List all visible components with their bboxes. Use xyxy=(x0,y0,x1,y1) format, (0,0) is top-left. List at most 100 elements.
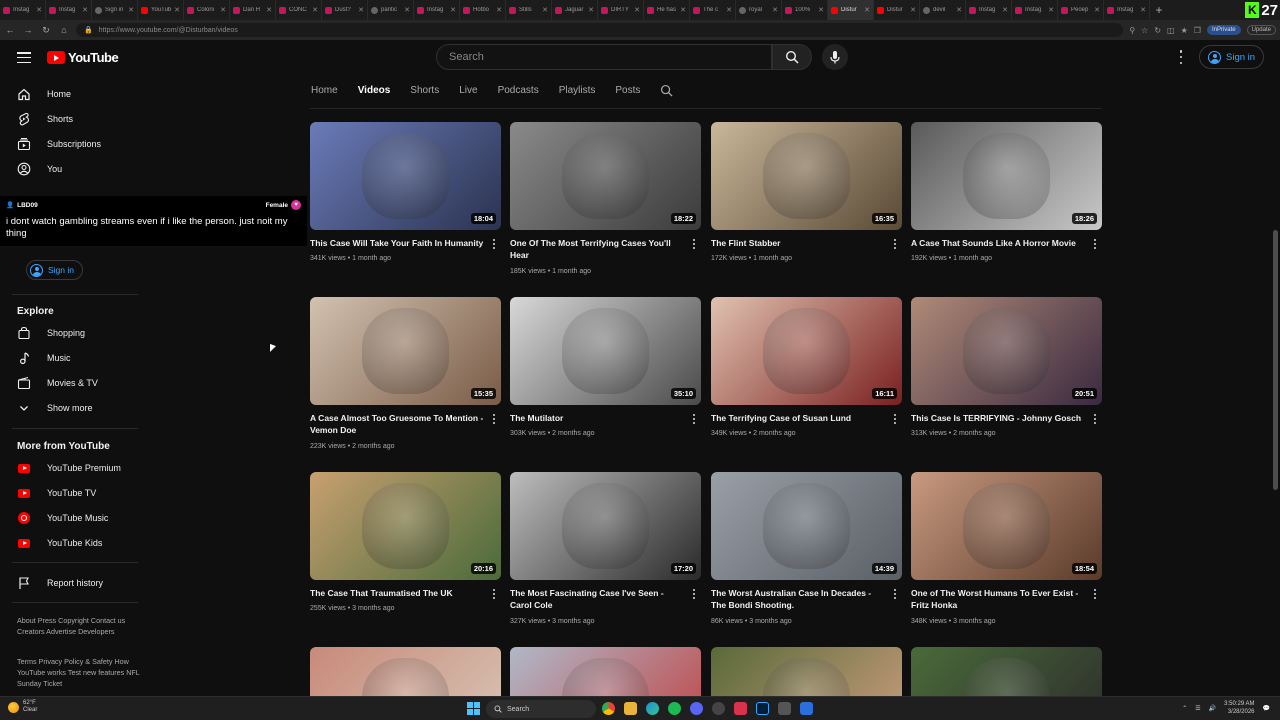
close-tab-icon[interactable]: ✕ xyxy=(680,6,686,14)
browser-tab[interactable]: He has ✕ xyxy=(644,0,690,20)
video-thumbnail[interactable]: 15:35 xyxy=(310,297,501,405)
sidebar-item-shorts[interactable]: Shorts xyxy=(0,107,150,131)
video-menu-icon[interactable] xyxy=(1092,414,1098,424)
video-menu-icon[interactable] xyxy=(691,239,697,249)
spotify-icon[interactable] xyxy=(668,702,681,715)
video-title[interactable]: One Of The Most Terrifying Cases You'll … xyxy=(510,237,685,261)
sidebar-item-youtube-kids[interactable]: YouTube Kids xyxy=(0,531,150,555)
video-thumbnail[interactable]: 18:54 xyxy=(911,472,1102,580)
tab-videos[interactable]: Videos xyxy=(358,80,391,100)
video-card[interactable]: 15:35 A Case Almost Too Gruesome To Menti… xyxy=(310,297,501,450)
video-thumbnail[interactable]: 18:04 xyxy=(310,122,501,230)
close-tab-icon[interactable]: ✕ xyxy=(404,6,410,14)
app-window-icon[interactable] xyxy=(778,702,791,715)
video-title[interactable]: This Case Will Take Your Faith In Humani… xyxy=(310,237,485,249)
video-title[interactable]: The Worst Australian Case In Decades - T… xyxy=(711,587,886,611)
close-tab-icon[interactable]: ✕ xyxy=(1048,6,1054,14)
footer-links-secondary[interactable]: Terms Privacy Policy & Safety How YouTub… xyxy=(17,656,142,689)
scrollbar-thumb[interactable] xyxy=(1273,230,1278,490)
video-card[interactable]: 20:51 This Case Is TERRIFYING - Johnny Go… xyxy=(911,297,1102,437)
back-icon[interactable]: ← xyxy=(4,25,16,35)
video-menu-icon[interactable] xyxy=(491,414,497,424)
sidebar-item-report-history[interactable]: Report history xyxy=(0,571,150,595)
video-title[interactable]: The Case That Traumatised The UK xyxy=(310,587,485,599)
video-menu-icon[interactable] xyxy=(491,589,497,599)
video-thumbnail[interactable]: 18:26 xyxy=(911,122,1102,230)
sidebar-item-subscriptions[interactable]: Subscriptions xyxy=(0,132,150,156)
close-tab-icon[interactable]: ✕ xyxy=(910,6,916,14)
url-field[interactable]: 🔒 https://www.youtube.com/@Disturban/vid… xyxy=(76,23,1124,37)
video-thumbnail[interactable]: 20:16 xyxy=(310,472,501,580)
favorite-icon[interactable]: ☆ xyxy=(1141,26,1148,35)
search-button[interactable] xyxy=(772,44,812,70)
video-thumbnail[interactable]: 35:10 xyxy=(510,297,701,405)
close-tab-icon[interactable]: ✕ xyxy=(542,6,548,14)
app-icon[interactable] xyxy=(800,702,813,715)
video-menu-icon[interactable] xyxy=(892,239,898,249)
video-card[interactable]: 20:16 The Case That Traumatised The UK 255… xyxy=(310,472,501,612)
sidebar-item-youtube-premium[interactable]: YouTube Premium xyxy=(0,456,150,480)
close-tab-icon[interactable]: ✕ xyxy=(772,6,778,14)
adobe-icon[interactable] xyxy=(734,702,747,715)
sidebar-item-shopping[interactable]: Shopping xyxy=(0,321,150,345)
browser-tab[interactable]: Jaguar ✕ xyxy=(552,0,598,20)
reload-icon[interactable]: ↻ xyxy=(40,25,52,36)
video-title[interactable]: The Flint Stabber xyxy=(711,237,886,249)
close-tab-icon[interactable]: ✕ xyxy=(1002,6,1008,14)
windows-start-icon[interactable] xyxy=(467,702,480,715)
search-input[interactable]: Search xyxy=(436,44,772,70)
sidebar-show-more[interactable]: Show more xyxy=(0,396,150,420)
tab-home[interactable]: Home xyxy=(311,80,338,100)
browser-tab[interactable]: Coloni ✕ xyxy=(184,0,230,20)
close-tab-icon[interactable]: ✕ xyxy=(358,6,364,14)
video-title[interactable]: The Most Fascinating Case I've Seen - Ca… xyxy=(510,587,685,611)
video-thumbnail[interactable]: 16:11 xyxy=(711,297,902,405)
close-tab-icon[interactable]: ✕ xyxy=(128,6,134,14)
tab-podcasts[interactable]: Podcasts xyxy=(498,80,539,100)
youtube-logo[interactable]: YouTube xyxy=(47,50,119,65)
video-menu-icon[interactable] xyxy=(1092,239,1098,249)
close-tab-icon[interactable]: ✕ xyxy=(312,6,318,14)
video-thumbnail[interactable]: 17:20 xyxy=(510,472,701,580)
browser-tab[interactable]: Instag ✕ xyxy=(1104,0,1150,20)
refresh-page-icon[interactable]: ↻ xyxy=(1154,26,1161,35)
obs-icon[interactable] xyxy=(712,702,725,715)
close-tab-icon[interactable]: ✕ xyxy=(450,6,456,14)
split-screen-icon[interactable]: ◫ xyxy=(1167,26,1175,35)
browser-tab[interactable]: The c ✕ xyxy=(690,0,736,20)
file-explorer-icon[interactable] xyxy=(624,702,637,715)
browser-tab[interactable]: Instag ✕ xyxy=(1012,0,1058,20)
footer-links-primary[interactable]: About Press Copyright Contact us Creator… xyxy=(17,615,142,637)
update-button[interactable]: Update xyxy=(1246,25,1276,35)
sidebar-item-you[interactable]: You xyxy=(0,157,150,181)
close-tab-icon[interactable]: ✕ xyxy=(496,6,502,14)
browser-tab[interactable]: Instag ✕ xyxy=(0,0,46,20)
zoom-icon[interactable]: ⚲ xyxy=(1129,26,1135,35)
tab-posts[interactable]: Posts xyxy=(615,80,640,100)
browser-tab[interactable]: Stills ✕ xyxy=(506,0,552,20)
network-icon[interactable]: ☰ xyxy=(1195,705,1200,712)
video-title[interactable]: A Case Almost Too Gruesome To Mention - … xyxy=(310,412,485,436)
weather-widget[interactable]: 62°F Clear xyxy=(8,700,37,714)
video-menu-icon[interactable] xyxy=(691,414,697,424)
browser-tab[interactable]: Distur ✕ xyxy=(874,0,920,20)
notification-icon[interactable]: 💬 xyxy=(1263,705,1270,712)
browser-tab[interactable]: Dan H ✕ xyxy=(230,0,276,20)
video-thumbnail[interactable]: 18:22 xyxy=(510,122,701,230)
forward-icon[interactable]: → xyxy=(22,25,34,35)
tab-playlists[interactable]: Playlists xyxy=(559,80,596,100)
sidebar-item-youtube-tv[interactable]: YouTube TV xyxy=(0,481,150,505)
channel-search-icon[interactable] xyxy=(660,80,673,100)
close-tab-icon[interactable]: ✕ xyxy=(1094,6,1100,14)
video-card[interactable]: 18:22 One Of The Most Terrifying Cases Yo… xyxy=(510,122,701,275)
close-tab-icon[interactable]: ✕ xyxy=(634,6,640,14)
video-thumbnail[interactable]: 14:39 xyxy=(711,472,902,580)
video-title[interactable]: One of The Worst Humans To Ever Exist - … xyxy=(911,587,1086,611)
close-tab-icon[interactable]: ✕ xyxy=(956,6,962,14)
video-card[interactable]: 16:35 The Flint Stabber 172K views • 1 mon… xyxy=(711,122,902,262)
voice-search-button[interactable] xyxy=(822,44,848,70)
close-tab-icon[interactable]: ✕ xyxy=(1140,6,1146,14)
video-card[interactable]: 35:10 The Mutilator 303K views • 2 months … xyxy=(510,297,701,437)
browser-tab[interactable]: YouTub ✕ xyxy=(138,0,184,20)
home-browser-icon[interactable]: ⌂ xyxy=(58,25,70,35)
